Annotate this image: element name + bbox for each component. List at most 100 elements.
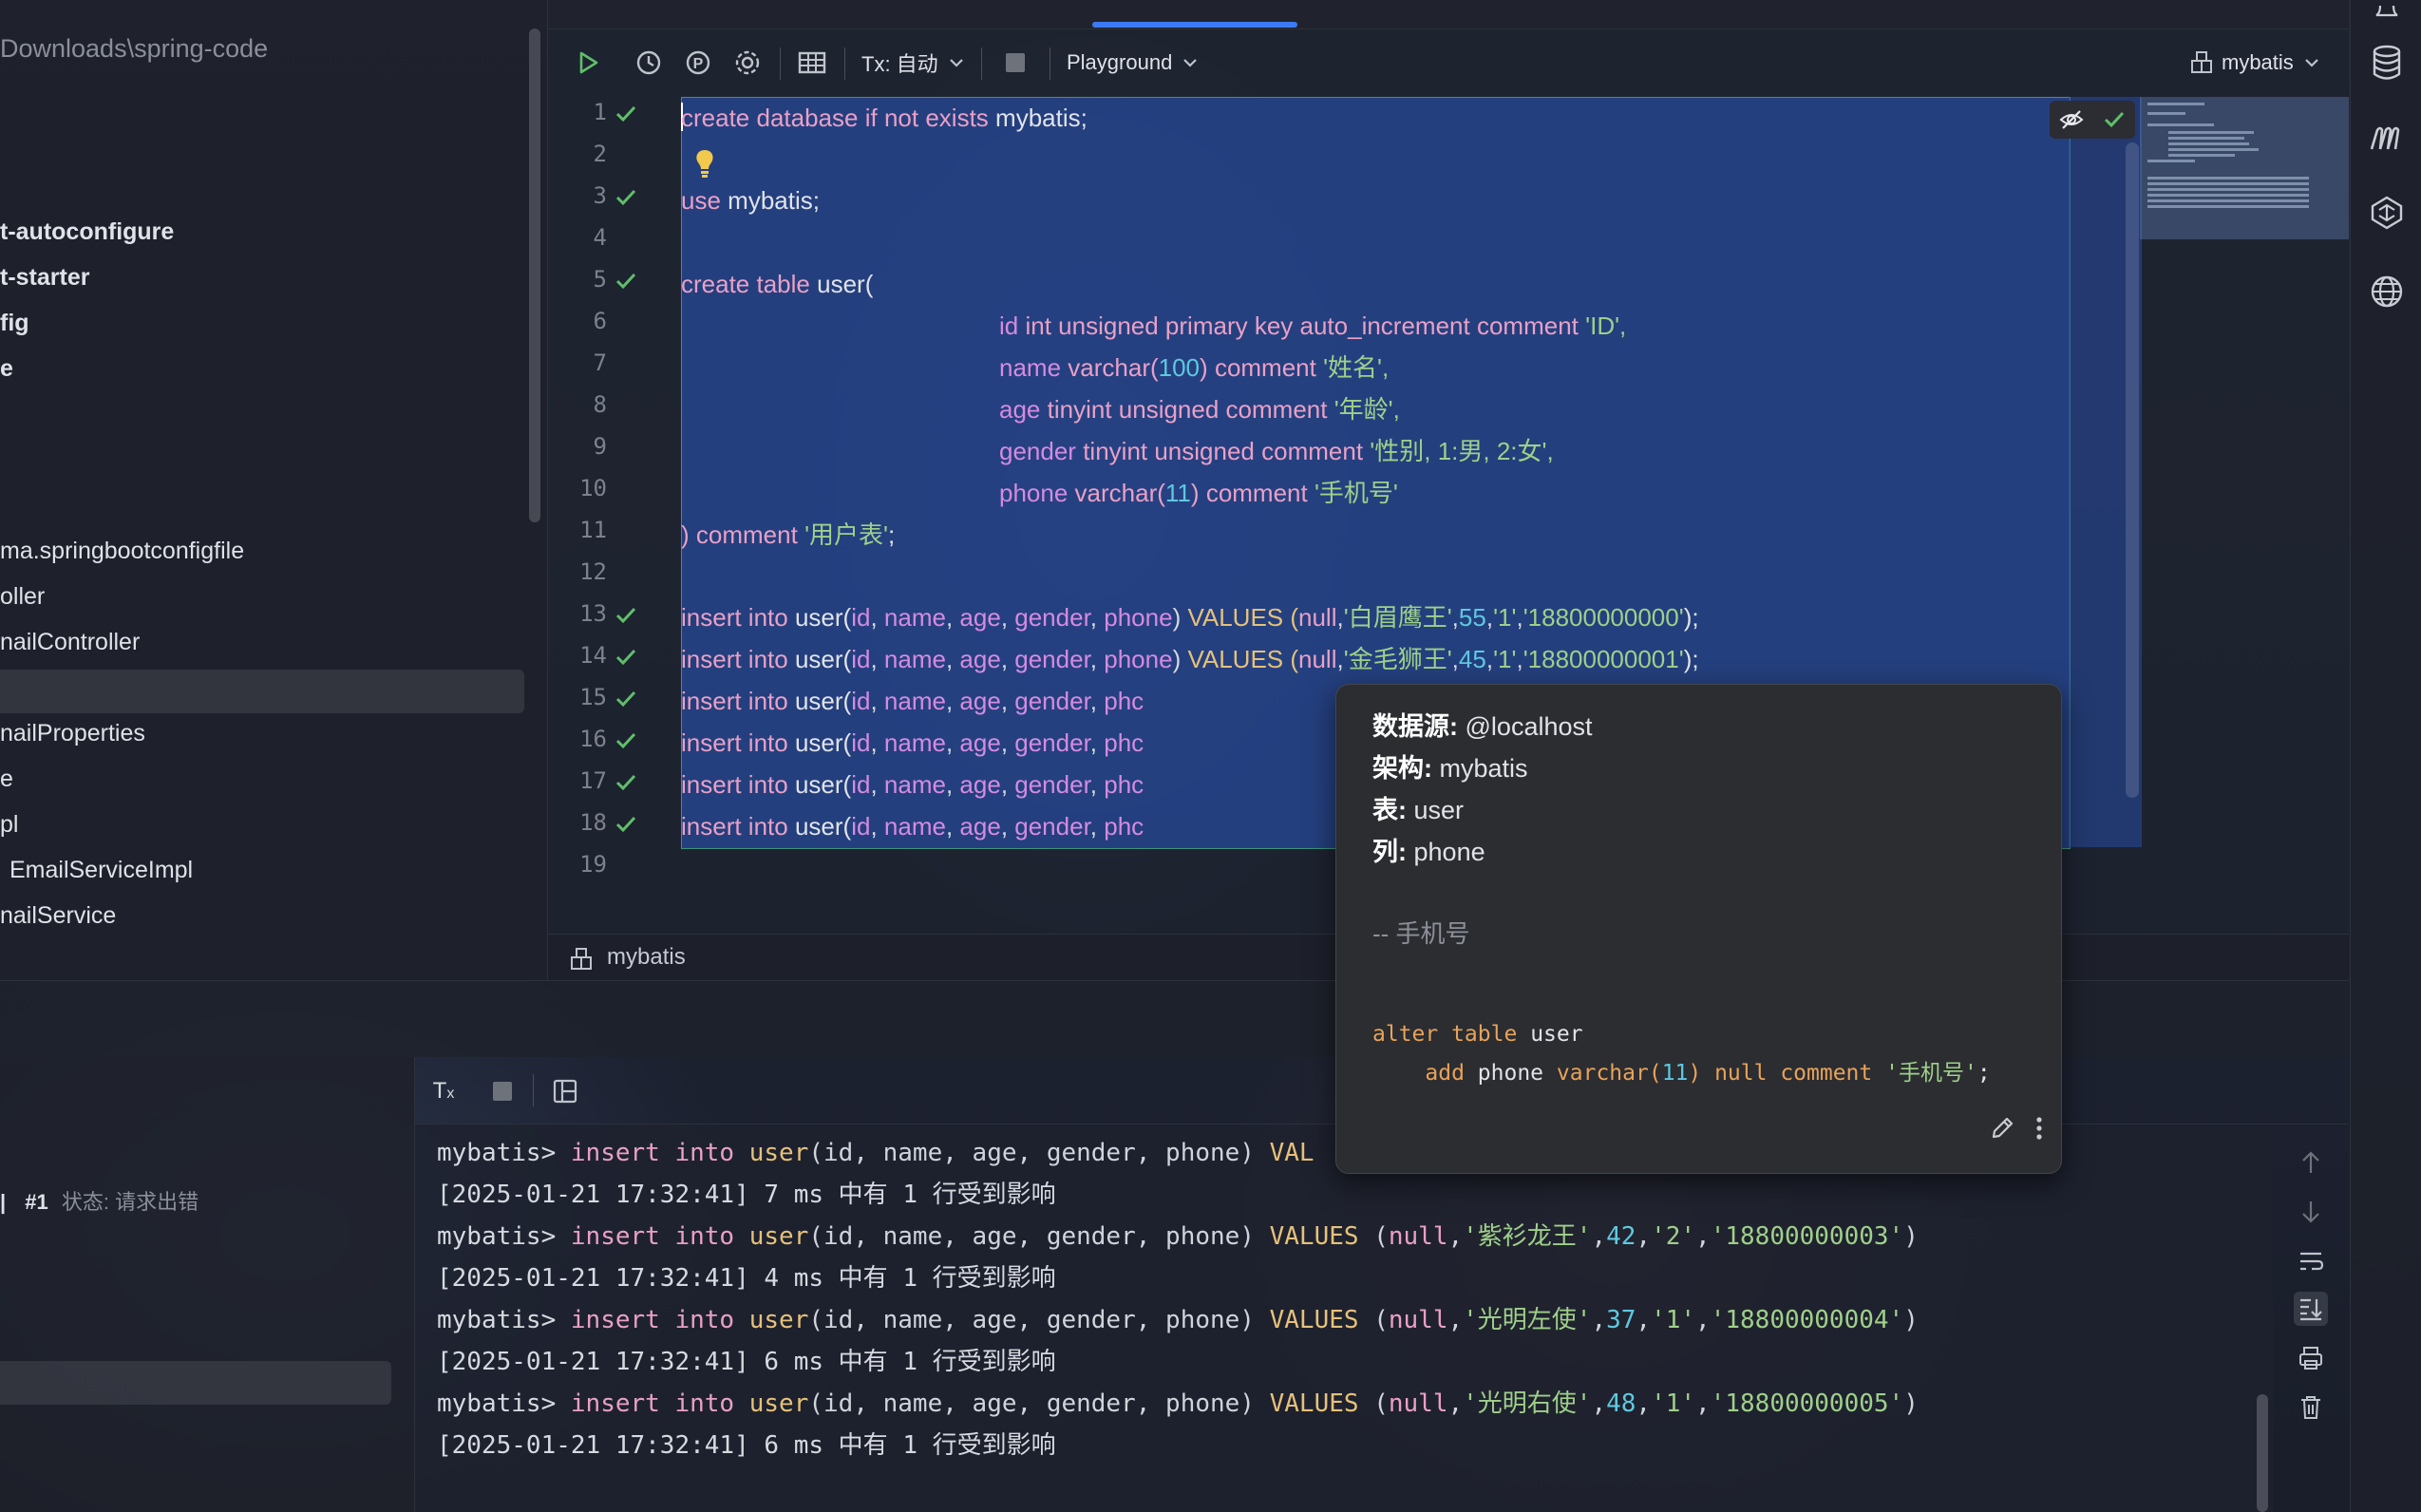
line-number: 16 bbox=[579, 726, 607, 752]
gear-icon[interactable] bbox=[728, 44, 766, 82]
ai-assistant-icon[interactable] bbox=[2369, 195, 2405, 231]
chevron-down-icon bbox=[1183, 59, 1198, 67]
checkmark-icon bbox=[615, 105, 636, 123]
line-number: 11 bbox=[579, 517, 607, 543]
notifications-icon[interactable] bbox=[2369, 0, 2405, 30]
console-output[interactable]: mybatis> insert into user(id, name, age,… bbox=[415, 1125, 2273, 1512]
tree-node[interactable]: EmailServiceImpl bbox=[9, 857, 193, 884]
minimap-line bbox=[2147, 182, 2309, 185]
checkmark-icon[interactable] bbox=[2102, 108, 2127, 131]
schema-icon bbox=[2191, 51, 2212, 73]
console-command-line: mybatis> insert into user(id, name, age,… bbox=[437, 1222, 1919, 1251]
session-entry[interactable]: | #1 状态: 请求出错 bbox=[0, 1185, 199, 1216]
console-scrollbar[interactable] bbox=[2257, 1394, 2268, 1512]
services-selected-row[interactable] bbox=[0, 1361, 391, 1405]
tree-node[interactable]: pl bbox=[0, 811, 18, 839]
minimap-line bbox=[2168, 148, 2259, 151]
query-console-toolbar: P Tx: 自动 Playground mybatis bbox=[548, 28, 2349, 97]
tree-node[interactable]: ma.springbootconfigfile bbox=[0, 538, 244, 565]
more-options-icon[interactable] bbox=[2026, 1112, 2052, 1144]
tree-selection-highlight bbox=[0, 670, 524, 713]
services-tree bbox=[0, 1057, 415, 1512]
table-icon[interactable] bbox=[791, 44, 833, 82]
code-line-14: insert into user(id, name, age, gender, … bbox=[681, 645, 1699, 673]
stop-icon[interactable] bbox=[483, 1072, 521, 1110]
project-scrollbar[interactable] bbox=[529, 28, 540, 522]
tree-node[interactable]: fig bbox=[0, 310, 29, 337]
tree-node[interactable]: t-starter bbox=[0, 264, 89, 292]
editor-tabs-strip[interactable] bbox=[548, 0, 2349, 29]
pencil-icon[interactable] bbox=[1986, 1112, 2018, 1144]
inspection-widget[interactable] bbox=[2050, 101, 2135, 139]
tree-node[interactable]: oller bbox=[0, 583, 45, 611]
line-number: 7 bbox=[593, 350, 607, 376]
play-icon[interactable] bbox=[569, 44, 607, 82]
toolbar-separator bbox=[780, 47, 781, 80]
globe-icon[interactable] bbox=[2369, 274, 2405, 310]
toolbar-separator bbox=[844, 47, 845, 80]
checkmark-icon bbox=[615, 189, 636, 206]
console-command-line: mybatis> insert into user(id, name, age,… bbox=[437, 1306, 1919, 1334]
console-result-line: [2025-01-21 17:32:41] 6 ms 中有 1 行受到影响 bbox=[437, 1431, 1056, 1460]
checkmark-icon bbox=[615, 816, 636, 833]
database-icon[interactable] bbox=[2369, 45, 2405, 81]
arrow-up-icon[interactable] bbox=[2294, 1145, 2328, 1180]
checkmark-icon bbox=[615, 774, 636, 791]
code-line-1: create database if not exists mybatis; bbox=[681, 104, 1088, 132]
scroll-to-end-icon[interactable] bbox=[2294, 1292, 2328, 1326]
arrow-down-icon[interactable] bbox=[2294, 1195, 2328, 1229]
code-line-3: use mybatis; bbox=[681, 186, 820, 215]
schema-label: mybatis bbox=[2222, 50, 2294, 74]
breadcrumb-schema[interactable]: mybatis bbox=[607, 944, 686, 971]
playground-label: Playground bbox=[1067, 50, 1173, 74]
line-number: 3 bbox=[593, 182, 607, 209]
chevron-down-icon bbox=[2305, 59, 2318, 67]
line-number: 13 bbox=[579, 600, 607, 627]
transaction-icon[interactable]: Tx bbox=[425, 1072, 463, 1110]
eye-off-icon[interactable] bbox=[2058, 108, 2085, 131]
soft-wrap-icon[interactable] bbox=[2294, 1244, 2328, 1278]
line-number: 17 bbox=[579, 767, 607, 794]
tree-node[interactable]: e bbox=[0, 765, 13, 793]
minimap-line bbox=[2147, 199, 2309, 202]
checkmark-icon bbox=[615, 273, 636, 290]
console-result-line: [2025-01-21 17:32:41] 7 ms 中有 1 行受到影响 bbox=[437, 1181, 1056, 1209]
tree-node[interactable]: nailService bbox=[0, 902, 116, 930]
console-side-toolbar bbox=[2273, 1125, 2349, 1512]
minimap-line bbox=[2147, 188, 2309, 191]
minimap-line bbox=[2147, 103, 2204, 105]
line-number: 1 bbox=[593, 99, 607, 125]
tree-node[interactable]: nailProperties bbox=[0, 720, 145, 747]
code-line-15: insert into user(id, name, age, gender, … bbox=[681, 687, 1144, 715]
line-number: 5 bbox=[593, 266, 607, 293]
line-number: 6 bbox=[593, 308, 607, 334]
checkmark-icon bbox=[615, 732, 636, 749]
editor-minimap[interactable] bbox=[2140, 97, 2349, 239]
line-number: 10 bbox=[579, 475, 607, 501]
p-circle-icon[interactable]: P bbox=[679, 44, 717, 82]
stop-icon[interactable] bbox=[996, 44, 1034, 82]
lightbulb-icon[interactable] bbox=[692, 147, 717, 180]
minimap-line bbox=[2168, 131, 2254, 134]
editor-scrollbar[interactable] bbox=[2126, 142, 2139, 798]
tree-node[interactable]: t-autoconfigure bbox=[0, 218, 174, 246]
console-command-line: mybatis> insert into user(id, name, age,… bbox=[437, 1389, 1919, 1418]
schema-selector[interactable]: mybatis bbox=[2189, 44, 2341, 82]
transaction-mode-dropdown[interactable]: Tx: 自动 bbox=[861, 44, 975, 82]
active-tab-indicator bbox=[1092, 22, 1297, 28]
layout-icon[interactable] bbox=[546, 1072, 584, 1110]
session-number: #1 bbox=[25, 1190, 48, 1214]
tree-node[interactable]: nailController bbox=[0, 629, 140, 656]
line-number: 8 bbox=[593, 391, 607, 418]
tree-node[interactable]: e bbox=[0, 355, 13, 383]
maven-icon[interactable] bbox=[2369, 120, 2405, 156]
playground-dropdown[interactable]: Playground bbox=[1067, 44, 1219, 82]
clock-icon[interactable] bbox=[630, 44, 668, 82]
toolbar-separator bbox=[533, 1074, 534, 1106]
minimap-line bbox=[2147, 123, 2214, 126]
code-line-6: id int unsigned primary key auto_increme… bbox=[999, 312, 1627, 340]
popup-datasource: 数据源: @localhost bbox=[1372, 712, 1593, 741]
trash-icon[interactable] bbox=[2294, 1390, 2328, 1425]
popup-ddl-line-1: alter table user bbox=[1372, 1022, 1583, 1047]
print-icon[interactable] bbox=[2294, 1341, 2328, 1375]
